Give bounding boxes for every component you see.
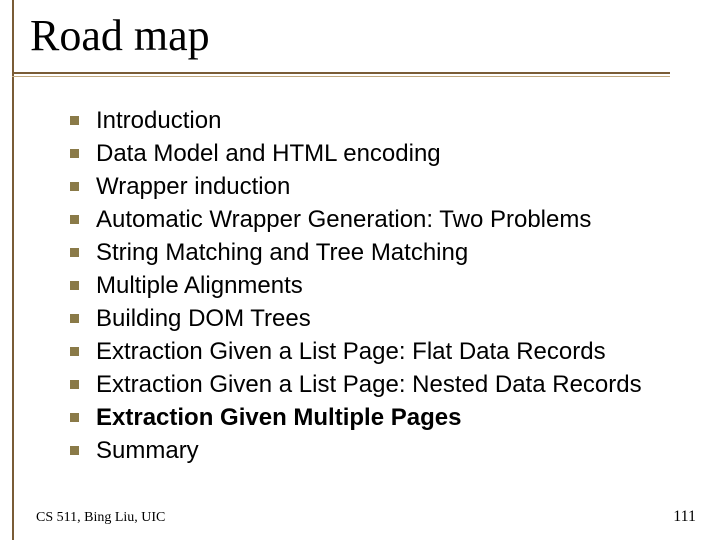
bullet-icon bbox=[70, 347, 79, 356]
list-item: Extraction Given Multiple Pages bbox=[70, 401, 690, 434]
bullet-text: Multiple Alignments bbox=[96, 272, 303, 299]
bullet-text: Extraction Given a List Page: Nested Dat… bbox=[96, 371, 642, 398]
bullet-icon bbox=[70, 116, 79, 125]
bullet-text: String Matching and Tree Matching bbox=[96, 239, 468, 266]
bullet-icon bbox=[70, 380, 79, 389]
bullet-icon bbox=[70, 446, 79, 455]
title-area: Road map bbox=[12, 10, 670, 67]
list-item: Building DOM Trees bbox=[70, 302, 690, 335]
list-item: Multiple Alignments bbox=[70, 269, 690, 302]
bullet-list: Introduction Data Model and HTML encodin… bbox=[70, 104, 690, 467]
bullet-text: Building DOM Trees bbox=[96, 305, 311, 332]
bullet-text: Data Model and HTML encoding bbox=[96, 140, 441, 167]
bullet-icon bbox=[70, 149, 79, 158]
list-item: Extraction Given a List Page: Flat Data … bbox=[70, 335, 690, 368]
bullet-text: Automatic Wrapper Generation: Two Proble… bbox=[96, 206, 591, 233]
bullet-icon bbox=[70, 281, 79, 290]
slide: Road map Introduction Data Model and HTM… bbox=[0, 0, 720, 540]
slide-title: Road map bbox=[12, 10, 670, 67]
bullet-icon bbox=[70, 314, 79, 323]
footer-left: CS 511, Bing Liu, UIC bbox=[36, 510, 165, 526]
bullet-icon bbox=[70, 413, 79, 422]
rule-thin bbox=[12, 76, 670, 77]
content-area: Introduction Data Model and HTML encodin… bbox=[70, 104, 690, 467]
list-item: Data Model and HTML encoding bbox=[70, 137, 690, 170]
page-number: 111 bbox=[673, 508, 696, 526]
bullet-text: Extraction Given a List Page: Flat Data … bbox=[96, 338, 606, 365]
title-rule bbox=[12, 72, 670, 82]
list-item: Extraction Given a List Page: Nested Dat… bbox=[70, 368, 690, 401]
list-item: Wrapper induction bbox=[70, 170, 690, 203]
bullet-icon bbox=[70, 248, 79, 257]
bullet-text: Wrapper induction bbox=[96, 173, 290, 200]
bullet-text: Introduction bbox=[96, 107, 221, 134]
list-item: Automatic Wrapper Generation: Two Proble… bbox=[70, 203, 690, 236]
bullet-icon bbox=[70, 182, 79, 191]
bullet-text: Summary bbox=[96, 437, 199, 464]
list-item: String Matching and Tree Matching bbox=[70, 236, 690, 269]
bullet-icon bbox=[70, 215, 79, 224]
list-item: Introduction bbox=[70, 104, 690, 137]
bullet-text: Extraction Given Multiple Pages bbox=[96, 404, 461, 431]
rule-thick bbox=[12, 72, 670, 74]
list-item: Summary bbox=[70, 434, 690, 467]
